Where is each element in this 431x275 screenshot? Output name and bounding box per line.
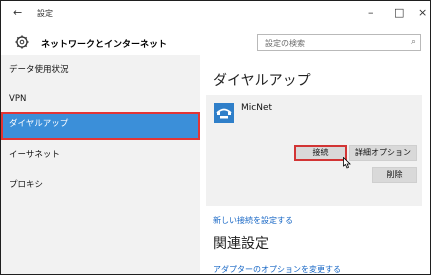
settings-header: ネットワークとインターネット 設定の検索 ⌕ [1,29,430,55]
sidebar-item-vpn[interactable]: VPN [1,87,200,111]
search-input[interactable]: 設定の検索 ⌕ [257,34,421,51]
main-content: ダイヤルアップ MicNet 接続 詳細オプション 削除 新しい接続を設定する … [200,55,430,274]
phone-icon [214,103,234,123]
new-connection-link[interactable]: 新しい接続を設定する [213,215,293,226]
section-title: ネットワークとインターネット [41,40,168,50]
window-title: 設定 [37,9,53,18]
back-arrow-icon[interactable]: ← [13,6,22,19]
page-title: ダイヤルアップ [213,73,311,89]
sidebar: データ使用状況 VPN ダイヤルアップ イーサネット プロキシ [1,55,200,274]
advanced-options-button[interactable]: 詳細オプション [349,145,417,161]
related-settings-heading: 関連設定 [213,236,269,252]
sidebar-item-data-usage[interactable]: データ使用状況 [1,58,200,82]
sidebar-item-ethernet[interactable]: イーサネット [1,143,200,167]
delete-button[interactable]: 削除 [372,167,417,183]
adapter-options-link[interactable]: アダプターのオプションを変更する [213,264,341,274]
search-icon: ⌕ [410,37,416,47]
maximize-button[interactable]: □ [394,6,404,19]
title-bar: ← 設定 – □ × [1,1,430,29]
connection-card[interactable]: MicNet 接続 詳細オプション 削除 [206,95,422,206]
settings-window: ← 設定 – □ × ネットワークとインターネット 設定の検索 ⌕ データ使用状… [0,0,431,275]
connection-name: MicNet [241,103,273,113]
sidebar-item-dialup[interactable]: ダイヤルアップ [1,112,200,140]
gear-icon [15,35,29,49]
sidebar-item-proxy[interactable]: プロキシ [1,173,200,197]
search-placeholder: 設定の検索 [265,39,305,48]
minimize-button[interactable]: – [368,6,374,19]
connect-button[interactable]: 接続 [294,145,347,161]
close-button[interactable]: × [418,6,427,19]
